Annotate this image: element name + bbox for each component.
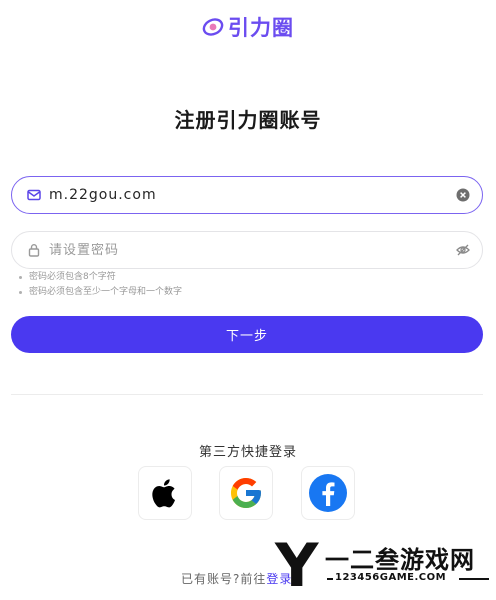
mail-icon <box>27 189 41 201</box>
password-rule: 密码必须包含8个字符 <box>19 270 182 285</box>
password-rule: 密码必须包含至少一个字母和一个数字 <box>19 285 182 300</box>
lock-icon <box>28 244 40 257</box>
google-login-button[interactable] <box>219 466 273 520</box>
watermark-letter: Y <box>275 531 319 600</box>
brand-name: 引力圈 <box>228 16 294 40</box>
watermark: Y 一二叁游戏网 123456GAME.COM <box>275 532 496 600</box>
password-field[interactable] <box>11 231 483 269</box>
watermark-text: 一二叁游戏网 <box>325 546 475 574</box>
apple-login-button[interactable] <box>138 466 192 520</box>
password-input[interactable] <box>49 242 456 258</box>
bullet-icon <box>19 276 22 279</box>
app-logo: 引力圈 <box>0 12 496 42</box>
divider <box>11 394 483 395</box>
bullet-icon <box>19 291 22 294</box>
google-icon <box>231 478 261 508</box>
social-login-label: 第三方快捷登录 <box>198 445 297 460</box>
watermark-rule <box>459 578 489 580</box>
watermark-url: 123456GAME.COM <box>335 572 447 583</box>
facebook-icon <box>309 474 347 512</box>
apple-icon <box>152 479 175 508</box>
facebook-login-button[interactable] <box>301 466 355 520</box>
page-title: 注册引力圈账号 <box>174 108 322 132</box>
email-input[interactable] <box>49 187 456 203</box>
watermark-rule <box>327 578 333 580</box>
brand-logo-icon <box>202 18 224 36</box>
email-field[interactable] <box>11 176 483 214</box>
clear-icon[interactable] <box>456 188 470 202</box>
eye-off-icon[interactable] <box>456 243 470 257</box>
password-rules: 密码必须包含8个字符 密码必须包含至少一个字母和一个数字 <box>19 270 182 300</box>
next-button[interactable]: 下一步 <box>11 316 483 353</box>
